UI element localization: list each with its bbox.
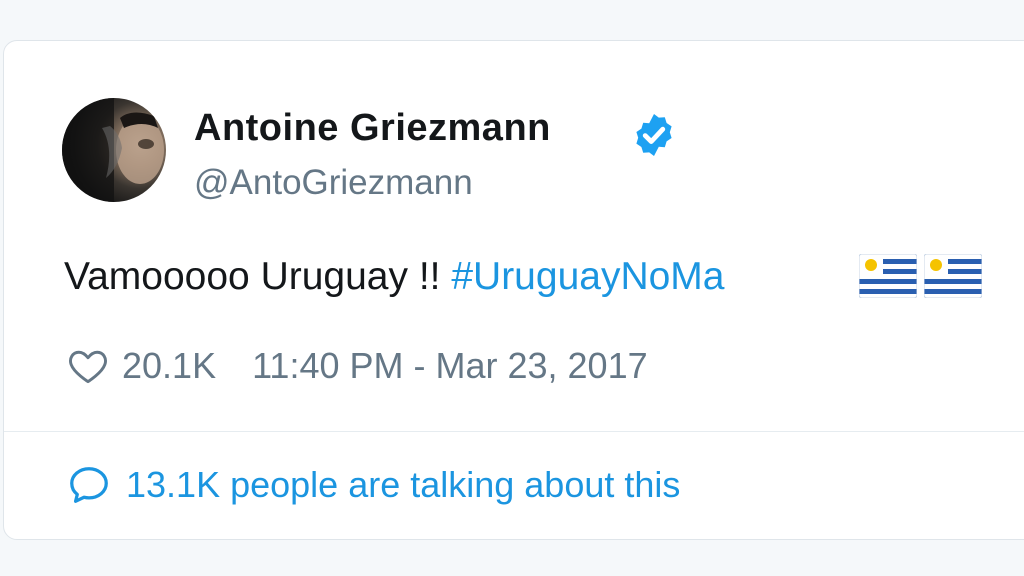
tweet-card: Antoine Griezmann @AntoGriezmann Vamoooo… (3, 40, 1024, 540)
talking-about-link[interactable]: 13.1K people are talking about this (66, 455, 680, 515)
avatar-image (62, 98, 164, 202)
verified-badge-icon (636, 114, 672, 156)
talking-about-label: 13.1K people are talking about this (126, 464, 681, 505)
tweet-text: Vamooooo Uruguay !! #UruguayNoMa (64, 255, 724, 299)
tweet-meta: 20.1K 11:40 PM - Mar 23, 2017 (66, 341, 648, 391)
uruguay-flag-icon (859, 254, 917, 298)
uruguay-flag-icon (924, 254, 982, 298)
tweet-text-plain: Vamooooo Uruguay !! (64, 255, 452, 298)
author-name[interactable]: Antoine Griezmann (194, 107, 551, 150)
avatar[interactable] (62, 98, 166, 202)
hashtag-link[interactable]: #UruguayNoMa (451, 255, 724, 298)
tweet-timestamp[interactable]: 11:40 PM - Mar 23, 2017 (252, 345, 648, 387)
speech-bubble-icon (70, 467, 108, 503)
like-count[interactable]: 20.1K (122, 345, 216, 387)
author-handle[interactable]: @AntoGriezmann (194, 163, 473, 203)
divider (4, 431, 1024, 432)
heart-icon[interactable] (66, 344, 110, 388)
